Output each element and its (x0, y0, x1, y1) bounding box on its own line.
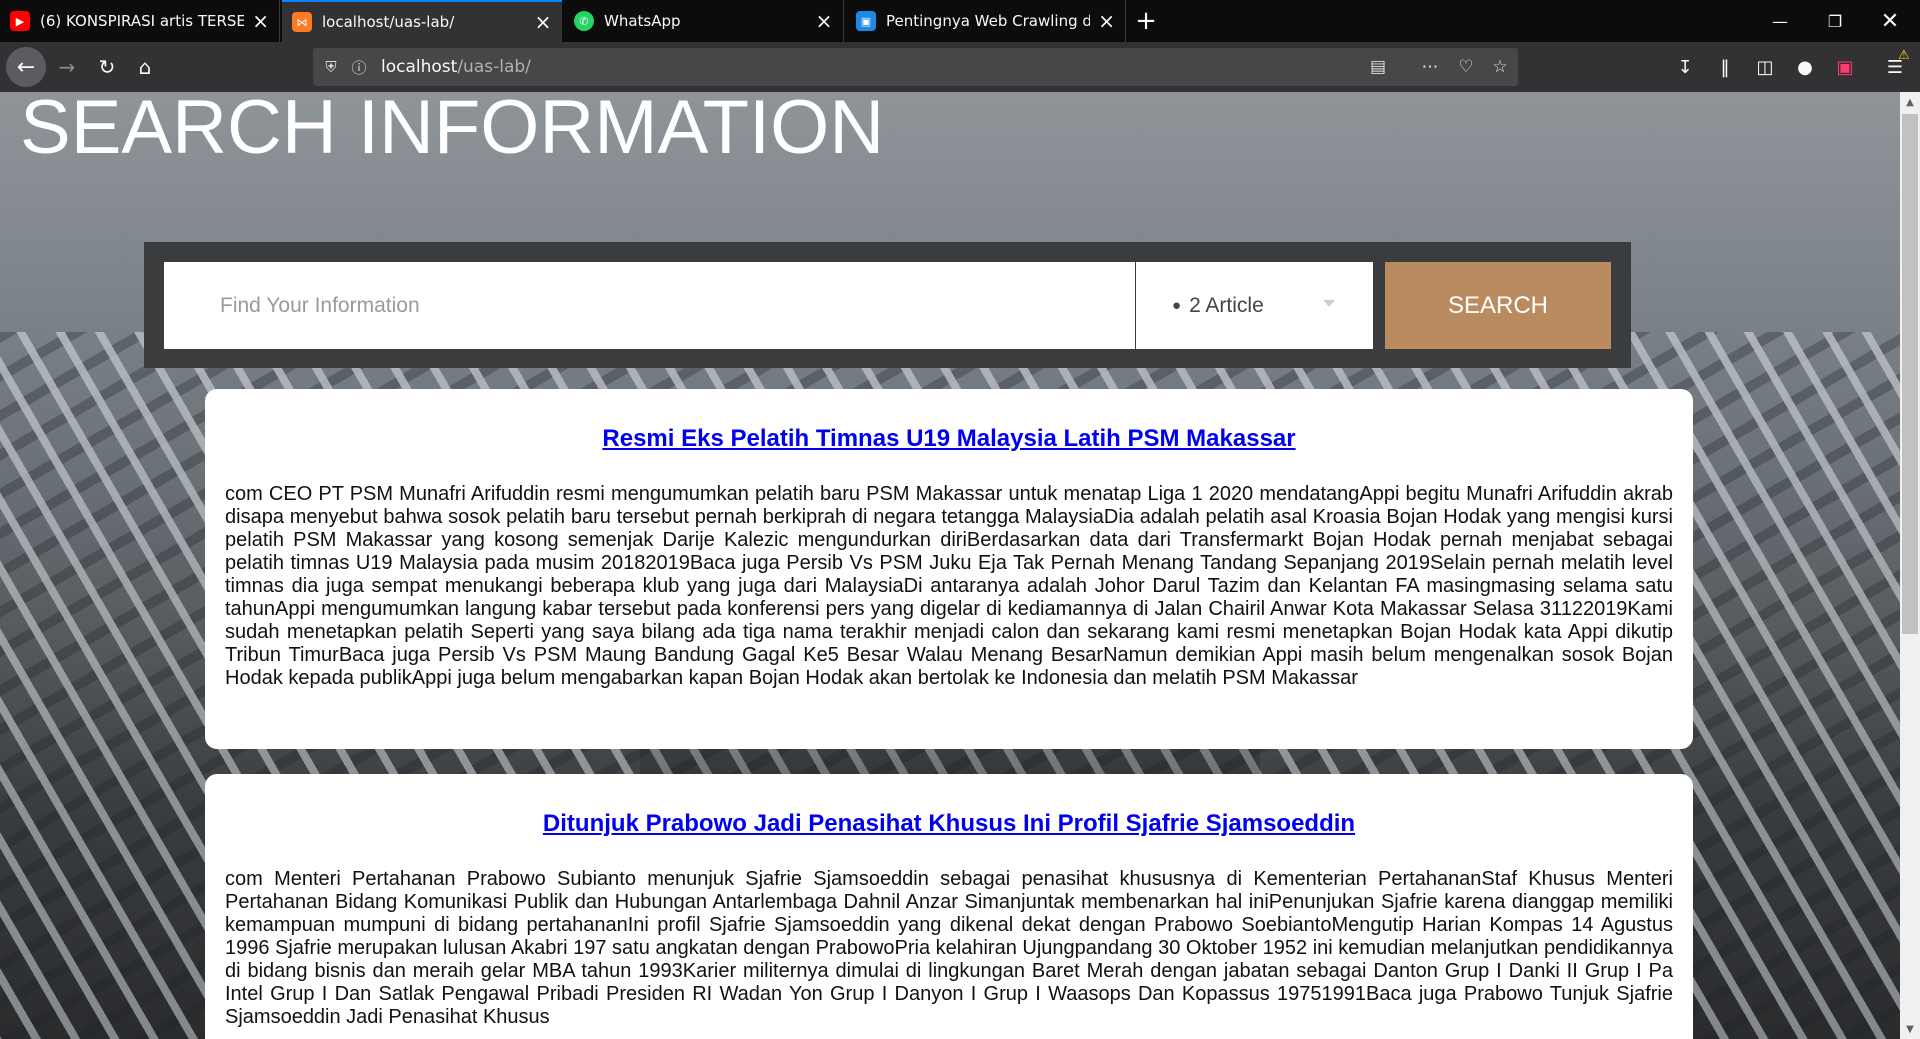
back-arrow-icon[interactable]: ← (6, 47, 46, 87)
scrollbar-thumb[interactable] (1902, 114, 1918, 634)
page-title: SEARCH INFORMATION (20, 92, 885, 170)
url-text[interactable]: localhost/uas-lab/ (381, 57, 531, 77)
tab-strip: ▶ (6) KONSPIRASI artis TERSERAN × ⋈ loca… (0, 0, 1920, 42)
tab-label: (6) KONSPIRASI artis TERSERAN (40, 12, 245, 30)
sidebar-icon[interactable]: ◫ (1748, 50, 1782, 84)
article-body: com Menteri Pertahanan Prabowo Subianto … (225, 868, 1673, 1028)
close-tab-icon[interactable]: × (815, 9, 833, 33)
close-tab-icon[interactable]: × (534, 10, 552, 34)
account-icon[interactable]: ● (1788, 50, 1822, 84)
youtube-icon: ▶ (10, 11, 30, 31)
warning-icon: ⚠ (1898, 48, 1910, 63)
home-icon[interactable]: ⌂ (128, 50, 162, 84)
new-tab-button[interactable]: + (1130, 0, 1162, 42)
search-input[interactable] (164, 262, 1135, 349)
person-icon: ● (1172, 297, 1182, 314)
search-button[interactable]: SEARCH (1385, 262, 1611, 349)
article-title-link[interactable]: Ditunjuk Prabowo Jadi Penasihat Khusus I… (225, 810, 1673, 838)
vertical-scrollbar[interactable]: ▲ ▼ (1900, 92, 1920, 1039)
url-bar[interactable]: ⛨ ⓘ localhost/uas-lab/ ▤ ⋯ ♡ ☆ (313, 48, 1518, 86)
tab-label: WhatsApp (604, 12, 681, 30)
pocket-icon[interactable]: ♡ (1451, 53, 1481, 81)
url-host: localhost (381, 57, 458, 77)
chevron-down-icon (1323, 300, 1335, 307)
reload-icon[interactable]: ↻ (90, 50, 124, 84)
page-viewport: SEARCH INFORMATION ● 2 Article SEARCH Re… (0, 92, 1900, 1039)
download-icon[interactable]: ↧ (1668, 50, 1702, 84)
tab-label: Pentingnya Web Crawling dalan (886, 12, 1091, 30)
article-card: Resmi Eks Pelatih Timnas U19 Malaysia La… (205, 389, 1693, 749)
whatsapp-icon: ✆ (574, 11, 594, 31)
forward-arrow-icon[interactable]: → (50, 50, 84, 84)
article-title-link[interactable]: Resmi Eks Pelatih Timnas U19 Malaysia La… (225, 425, 1673, 453)
navigation-toolbar: ← → ↻ ⌂ ⛨ ⓘ localhost/uas-lab/ ▤ ⋯ ♡ ☆ ↧… (0, 42, 1920, 92)
search-form: ● 2 Article SEARCH (144, 242, 1631, 368)
tab-youtube[interactable]: ▶ (6) KONSPIRASI artis TERSERAN × (0, 0, 280, 42)
article-card: Ditunjuk Prabowo Jadi Penasihat Khusus I… (205, 774, 1693, 1039)
shield-icon[interactable]: ⛨ (317, 58, 345, 76)
close-tab-icon[interactable]: × (1098, 9, 1115, 33)
url-path: /uas-lab/ (457, 57, 531, 77)
reader-view-icon[interactable]: ▤ (1363, 53, 1393, 81)
close-tab-icon[interactable]: × (252, 9, 269, 33)
restore-icon[interactable]: ❐ (1805, 0, 1865, 42)
article-count-value: 2 Article (1189, 293, 1264, 317)
library-icon[interactable]: ‖ (1708, 50, 1742, 84)
minimize-icon[interactable]: — (1750, 0, 1810, 42)
xampp-icon: ⋈ (292, 12, 312, 32)
extension-icon[interactable]: ▣ (1828, 50, 1862, 84)
tab-localhost[interactable]: ⋈ localhost/uas-lab/ × (282, 0, 562, 42)
page-actions-icon[interactable]: ⋯ (1415, 53, 1445, 81)
bookmark-star-icon[interactable]: ☆ (1485, 53, 1515, 81)
scroll-down-arrow-icon[interactable]: ▼ (1900, 1019, 1920, 1039)
tab-label: localhost/uas-lab/ (322, 13, 455, 31)
info-icon[interactable]: ⓘ (345, 57, 373, 78)
scroll-up-arrow-icon[interactable]: ▲ (1900, 92, 1920, 112)
article-body: com CEO PT PSM Munafri Arifuddin resmi m… (225, 483, 1673, 689)
article-count-select[interactable]: ● 2 Article (1136, 262, 1373, 349)
tab-web-crawling[interactable]: ▣ Pentingnya Web Crawling dalan × (846, 0, 1126, 42)
site-icon: ▣ (856, 11, 876, 31)
close-window-icon[interactable]: ✕ (1860, 0, 1920, 42)
tab-whatsapp[interactable]: ✆ WhatsApp × (564, 0, 844, 42)
